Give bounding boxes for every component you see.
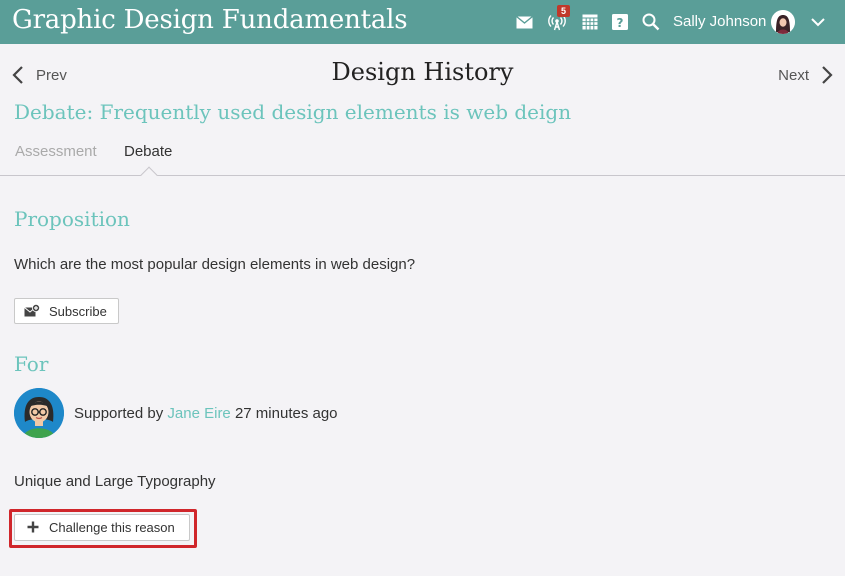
help-icon[interactable]: ? (610, 12, 630, 32)
app-title[interactable]: Graphic Design Fundamentals (12, 5, 408, 35)
subscribe-label: Subscribe (49, 303, 107, 319)
supported-prefix: Supported by (74, 405, 164, 422)
plus-icon (27, 519, 39, 536)
for-heading: For (14, 352, 49, 376)
page-title: Design History (331, 58, 514, 86)
mail-icon[interactable] (514, 12, 534, 32)
next-label: Next (778, 66, 809, 84)
author-link[interactable]: Jane Eire (167, 405, 230, 422)
tab-divider (0, 175, 845, 176)
tab-assessment[interactable]: Assessment (15, 143, 97, 160)
chevron-right-icon (822, 66, 833, 84)
notification-badge[interactable]: 5 (557, 5, 570, 17)
reason-text: Unique and Large Typography (14, 473, 216, 490)
challenge-reason-button[interactable]: Challenge this reason (14, 514, 190, 541)
proposition-heading: Proposition (14, 207, 130, 231)
supporter-avatar[interactable] (14, 388, 64, 438)
search-icon[interactable] (641, 12, 661, 32)
active-tab-indicator (140, 166, 158, 184)
challenge-label: Challenge this reason (49, 520, 175, 535)
subscribe-button[interactable]: Subscribe (14, 298, 119, 324)
top-bar: Graphic Design Fundamentals 5 ? Sally Jo (0, 0, 845, 44)
user-avatar[interactable] (771, 10, 795, 34)
user-name[interactable]: Sally Johnson (673, 13, 766, 30)
calendar-icon[interactable] (580, 12, 600, 32)
debate-title: Debate: Frequently used design elements … (14, 100, 572, 124)
subscribe-mail-icon (24, 304, 40, 318)
chevron-down-icon[interactable] (808, 12, 828, 32)
tab-debate[interactable]: Debate (124, 143, 172, 160)
supported-by-line: Supported by Jane Eire 27 minutes ago (74, 405, 338, 422)
time-ago: 27 minutes ago (234, 405, 338, 422)
svg-text:?: ? (617, 16, 624, 30)
next-button[interactable]: Next (778, 64, 833, 86)
proposition-text: Which are the most popular design elemen… (14, 256, 416, 273)
